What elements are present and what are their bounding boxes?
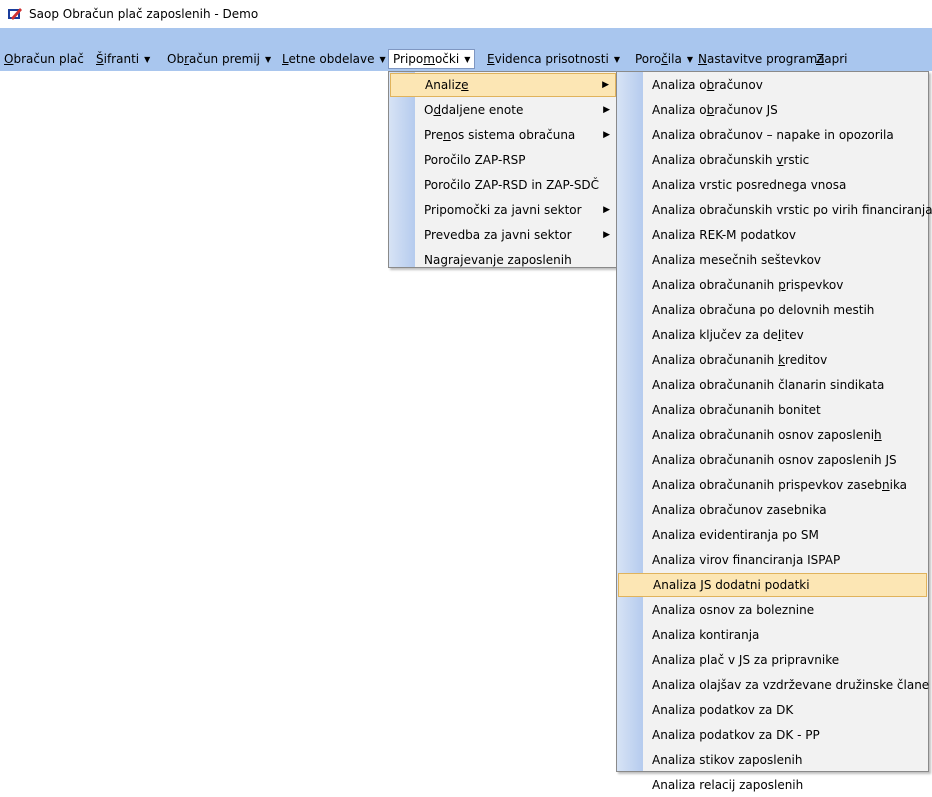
menu-item-nagrajevanje-zaposlenih[interactable]: Nagrajevanje zaposlenih [390,248,616,272]
menu-item-analiza[interactable]: Analiza obračunskih vrstic [618,148,927,172]
title-bar: Saop Obračun plač zaposlenih - Demo [0,0,932,28]
menu-sifranti[interactable]: Šifranti ▼ [92,49,154,69]
menu-item-prenos-sistema-obracuna[interactable]: Prenos sistema obračuna ▶ [390,123,616,147]
menu-item-porocilo-zap-rsd[interactable]: Poročilo ZAP-RSD in ZAP-SDČ [390,173,616,197]
pripomocki-dropdown: Analize ▶ Oddaljene enote ▶ Prenos siste… [388,71,618,268]
menu-item-analiza[interactable]: Analiza obračunanih prispevkov zasebnika [618,473,927,497]
menu-item-analiza[interactable]: Analiza obračunanih osnov zaposlenih [618,423,927,447]
menu-item-analiza[interactable]: Analiza osnov za boleznine [618,598,927,622]
menu-evidenca-prisotnosti[interactable]: Evidenca prisotnosti ▼ [483,49,624,69]
menu-item-analiza-js-dodatni-podatki[interactable]: Analiza JS dodatni podatki [618,573,927,597]
chevron-right-icon: ▶ [603,105,610,115]
menu-item-oddaljene-enote[interactable]: Oddaljene enote ▶ [390,98,616,122]
menu-item-analiza[interactable]: Analiza obračunanih kreditov [618,348,927,372]
menu-item-analiza[interactable]: Analiza obračunanih bonitet [618,398,927,422]
chevron-down-icon: ▼ [379,55,386,64]
menu-item-analiza[interactable]: Analiza podatkov za DK [618,698,927,722]
menu-zapri[interactable]: Zapri [812,49,851,69]
menu-obracun-plac[interactable]: Obračun plač [0,49,88,69]
menu-item-analiza[interactable]: Analiza obračunanih osnov zaposlenih JS [618,448,927,472]
chevron-down-icon: ▼ [613,55,620,64]
menu-item-analiza[interactable]: Analiza obračunanih prispevkov [618,273,927,297]
menu-bar: Obračun plač Šifranti ▼ Obračun premij ▼ L… [0,28,932,71]
menu-nastavitve-programa[interactable]: Nastavitve programa [694,49,829,69]
chevron-down-icon: ▼ [144,55,151,64]
menu-pripomocki[interactable]: Pripomočki ▼ [388,49,476,69]
menu-item-analiza[interactable]: Analiza obračunov JS [618,98,927,122]
menu-porocila[interactable]: Poročila ▼ [631,49,697,69]
menu-item-analiza[interactable]: Analiza virov financiranja ISPAP [618,548,927,572]
menu-item-analiza[interactable]: Analiza ključev za delitev [618,323,927,347]
chevron-down-icon: ▼ [686,55,693,64]
chevron-right-icon: ▶ [603,130,610,140]
menu-obracun-premij[interactable]: Obračun premij ▼ [163,49,275,69]
analize-dropdown: Analiza obračunov Analiza obračunov JS A… [616,71,932,792]
menu-item-analiza[interactable]: Analiza stikov zaposlenih [618,748,927,772]
menu-item-analiza[interactable]: Analiza obračunanih članarin sindikata [618,373,927,397]
menu-item-analiza[interactable]: Analiza obračunov zasebnika [618,498,927,522]
menu-item-analiza[interactable]: Analiza plač v JS za pripravnike [618,648,927,672]
chevron-right-icon: ▶ [603,230,610,240]
menu-item-analiza[interactable]: Analiza obračunskih vrstic po virih fina… [618,198,932,222]
menu-item-analiza[interactable]: Analiza relacij zaposlenih [618,773,927,797]
menu-item-analiza[interactable]: Analiza REK-M podatkov [618,223,927,247]
window-title: Saop Obračun plač zaposlenih - Demo [29,7,259,21]
menu-item-analiza[interactable]: Analiza obračunov – napake in opozorila [618,123,927,147]
menu-letne-obdelave[interactable]: Letne obdelave ▼ [278,49,390,69]
chevron-right-icon: ▶ [603,205,610,215]
menu-item-analiza[interactable]: Analiza mesečnih seštevkov [618,248,927,272]
menu-item-analiza[interactable]: Analiza evidentiranja po SM [618,523,927,547]
menu-item-analiza[interactable]: Analiza obračuna po delovnih mestih [618,298,927,322]
menu-item-prevedba-javni-sektor[interactable]: Prevedba za javni sektor ▶ [390,223,616,247]
chevron-down-icon: ▼ [265,55,272,64]
chevron-right-icon: ▶ [602,80,609,90]
menu-item-analiza[interactable]: Analiza vrstic posrednega vnosa [618,173,927,197]
menu-item-analiza[interactable]: Analiza olajšav za vzdrževane družinske … [618,673,929,697]
menu-item-analiza[interactable]: Analiza kontiranja [618,623,927,647]
menu-item-analiza[interactable]: Analiza podatkov za DK - PP [618,723,927,747]
menu-item-analize[interactable]: Analize ▶ [390,73,616,97]
menu-item-analiza[interactable]: Analiza obračunov [618,73,927,97]
menu-item-porocilo-zap-rsp[interactable]: Poročilo ZAP-RSP [390,148,616,172]
chevron-down-icon: ▼ [464,55,471,64]
app-icon [8,8,22,20]
menu-item-pripomocki-javni-sektor[interactable]: Pripomočki za javni sektor ▶ [390,198,616,222]
